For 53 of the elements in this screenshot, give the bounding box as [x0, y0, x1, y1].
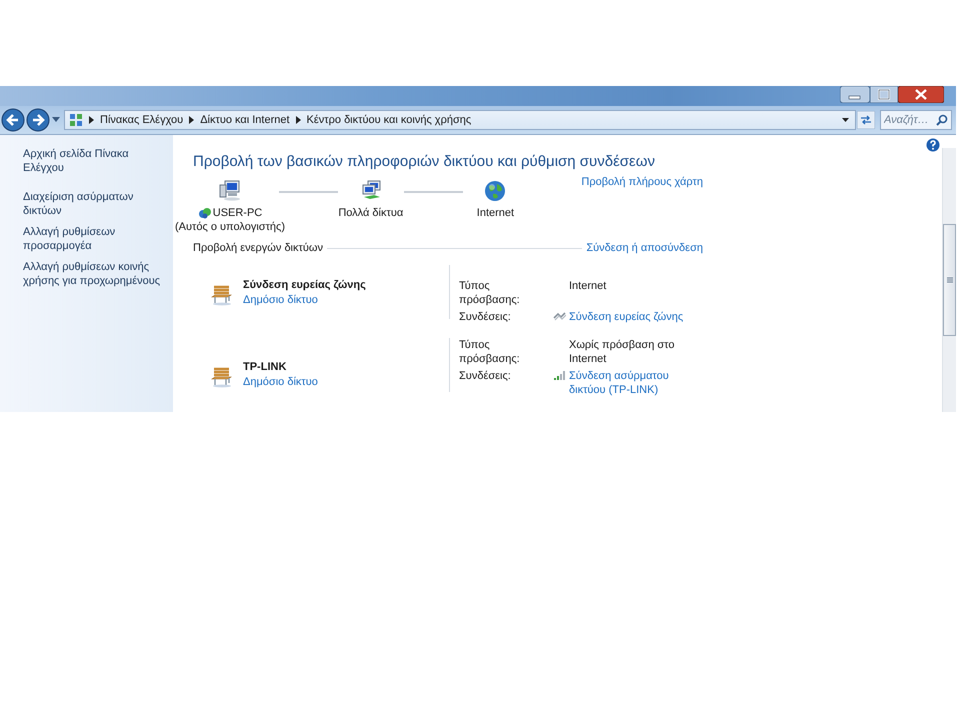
computer-icon[interactable] — [219, 180, 242, 202]
control-panel-icon — [69, 113, 83, 127]
connection-link[interactable]: Σύνδεση ευρείας ζώνης — [569, 310, 684, 324]
network-name: Σύνδεση ευρείας ζώνης — [243, 279, 366, 291]
sidebar-link[interactable]: Διαχείριση ασύρματων δικτύων — [23, 190, 169, 218]
minimize-button[interactable] — [840, 86, 870, 103]
full-map-link[interactable]: Προβολή πλήρους χάρτη — [581, 176, 703, 188]
network-category-link[interactable]: Δημόσιο δίκτυο — [243, 294, 366, 306]
sidebar-link[interactable]: Αρχική σελίδα Πίνακα Ελέγχου — [23, 147, 169, 175]
history-dropdown-icon[interactable] — [52, 117, 60, 123]
globe-icon[interactable] — [484, 180, 506, 202]
field-label: Τύπος πρόσβασης: — [459, 279, 521, 307]
chevron-icon[interactable] — [296, 116, 301, 124]
maximize-button[interactable] — [870, 86, 898, 103]
back-button[interactable] — [1, 108, 25, 132]
node-caption: (Αυτός ο υπολογιστής) — [175, 221, 285, 233]
node-name: USER-PC — [212, 207, 262, 219]
forward-button[interactable] — [26, 108, 50, 132]
field-label: Συνδέσεις: — [459, 369, 512, 384]
refresh-icon[interactable] — [857, 111, 875, 129]
search-icon — [936, 114, 948, 126]
connection-link[interactable]: Σύνδεση ασύρματου δικτύου (TP-LINK) — [569, 369, 703, 397]
field-label: Τύπος πρόσβασης: — [459, 338, 521, 366]
node-name: Internet — [476, 207, 514, 219]
homegroup-icon — [198, 207, 212, 219]
close-button[interactable] — [898, 86, 944, 103]
access-type: Χωρίς πρόσβαση στο Internet — [568, 338, 676, 366]
access-type: Internet — [568, 279, 608, 294]
breadcrumb-item[interactable]: Κέντρο δικτύου και κοινής χρήσης — [306, 114, 472, 126]
scroll-thumb[interactable] — [943, 224, 956, 336]
connect-disconnect-link[interactable]: Σύνδεση ή αποσύνδεση — [586, 242, 703, 254]
breadcrumb-item[interactable]: Πίνακας Ελέγχου — [100, 114, 184, 126]
field-label: Συνδέσεις: — [459, 310, 512, 324]
chevron-icon[interactable] — [89, 116, 94, 124]
network-name: TP-LINK — [243, 361, 288, 373]
bench-icon — [211, 365, 233, 388]
broadband-icon — [553, 311, 566, 322]
network-category-link[interactable]: Δημόσιο δίκτυο — [243, 376, 318, 388]
breadcrumb-item[interactable]: Δίκτυο και Internet — [200, 114, 290, 126]
grip-icon — [946, 277, 952, 283]
signal-bars-icon — [553, 370, 566, 381]
node-name: Πολλά δίκτυα — [338, 207, 404, 219]
sidebar-link[interactable]: Αλλαγή ρυθμίσεων προσαρμογέα — [23, 225, 169, 253]
address-field[interactable]: Πίνακας Ελέγχου Δίκτυο και Internet Κέντρο δικτύου και κοινής χρήσης — [64, 110, 856, 130]
page-title: Προβολή των βασικών πληροφοριών δικτύου και ρύθμιση συνδέσεων — [193, 153, 656, 170]
bench-icon — [211, 283, 233, 306]
sidebar-link[interactable]: Αλλαγή ρυθμίσεων κοινής χρήσης για προχωρημένους — [23, 260, 169, 288]
dropdown-icon[interactable] — [842, 118, 849, 122]
chevron-icon[interactable] — [189, 116, 194, 124]
section-heading: Προβολή ενεργών δικτύων — [193, 242, 323, 254]
networks-icon[interactable] — [360, 180, 382, 202]
scrollbar[interactable] — [942, 148, 956, 412]
help-icon[interactable] — [926, 138, 940, 152]
